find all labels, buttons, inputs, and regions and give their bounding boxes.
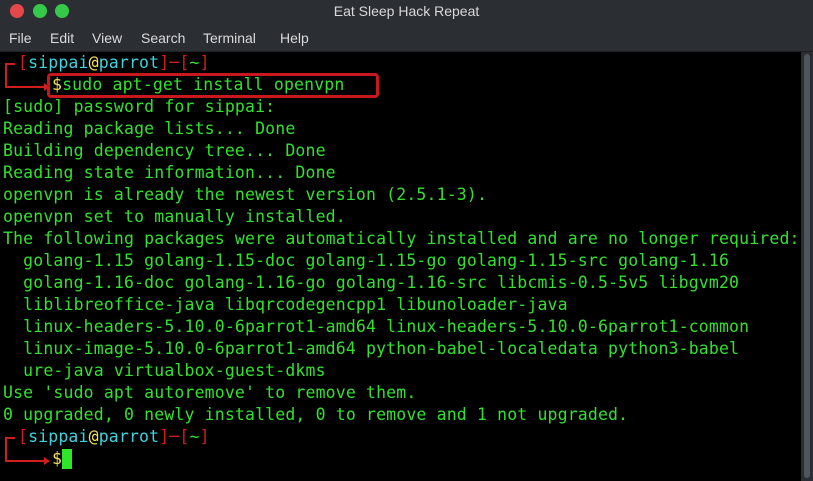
prompt-host: parrot — [98, 53, 160, 72]
output-line: Use 'sudo apt autoremove' to remove them… — [3, 383, 417, 402]
prompt-dir-open: [ — [179, 427, 190, 446]
prompt-user: sippai — [28, 427, 89, 446]
command-line[interactable]: $ — [52, 448, 62, 470]
command-highlight-box — [47, 73, 379, 98]
prompt-bracket-line — [5, 437, 15, 439]
title-bar[interactable]: Eat Sleep Hack Repeat — [0, 0, 813, 24]
output-line: liblibreoffice-java libqrcodegencpp1 lib… — [3, 295, 568, 314]
output-line: golang-1.15 golang-1.15-doc golang-1.15-… — [3, 251, 730, 270]
prompt-bracket-line — [5, 63, 15, 65]
menu-bar: File Edit View Search Terminal Help — [0, 24, 813, 52]
prompt-arrow-icon — [44, 457, 50, 465]
prompt-bracket-line — [5, 460, 45, 462]
text-cursor — [62, 449, 72, 469]
window-title: Eat Sleep Hack Repeat — [333, 3, 480, 19]
output-line: golang-1.16-doc golang-1.16-go golang-1.… — [3, 273, 740, 292]
output-line: Building dependency tree... Done — [3, 141, 326, 160]
output-line: openvpn set to manually installed. — [3, 207, 346, 226]
output-line: linux-image-5.10.0-6parrot1-amd64 python… — [3, 339, 740, 358]
prompt-dash: ─ — [169, 53, 180, 72]
menu-terminal[interactable]: Terminal — [203, 30, 256, 46]
prompt-at: @ — [88, 53, 99, 72]
prompt-at: @ — [88, 427, 99, 446]
output-line: 0 upgraded, 0 newly installed, 0 to remo… — [3, 405, 629, 424]
output-line: Reading package lists... Done — [3, 119, 296, 138]
prompt-host: parrot — [98, 427, 160, 446]
output-line: linux-headers-5.10.0-6parrot1-amd64 linu… — [3, 317, 750, 336]
menu-help[interactable]: Help — [280, 30, 309, 46]
terminal-window: Eat Sleep Hack Repeat File Edit View Sea… — [0, 0, 813, 481]
prompt-dir-close: ] — [199, 53, 210, 72]
scrollbar-thumb[interactable] — [804, 54, 810, 478]
prompt-dir: ~ — [189, 53, 200, 72]
output-line: openvpn is already the newest version (2… — [3, 185, 488, 204]
output-line: ure-java virtualbox-guest-dkms — [3, 361, 326, 380]
prompt-close-bracket: ] — [159, 53, 170, 72]
prompt-close-bracket: ] — [159, 427, 170, 446]
prompt-header: [sippai@parrot]─[~] — [18, 426, 210, 448]
prompt-user: sippai — [28, 53, 89, 72]
prompt-bracket-line — [5, 63, 7, 88]
prompt-bracket-line — [5, 437, 7, 462]
prompt-open-bracket: [ — [18, 53, 29, 72]
menu-edit[interactable]: Edit — [50, 30, 74, 46]
prompt-dir-close: ] — [199, 427, 210, 446]
prompt-bracket-line — [5, 86, 45, 88]
prompt-dash: ─ — [169, 427, 180, 446]
output-line: The following packages were automaticall… — [3, 229, 800, 248]
output-line: [sudo] password for sippai: — [3, 97, 276, 116]
menu-view[interactable]: View — [92, 30, 122, 46]
menu-search[interactable]: Search — [141, 30, 185, 46]
prompt-symbol: $ — [52, 449, 63, 468]
prompt-open-bracket: [ — [18, 427, 29, 446]
prompt-dir: ~ — [189, 427, 200, 446]
output-line: Reading state information... Done — [3, 163, 336, 182]
prompt-dir-open: [ — [179, 53, 190, 72]
menu-file[interactable]: File — [9, 30, 32, 46]
prompt-header: [sippai@parrot]─[~] — [18, 52, 210, 74]
